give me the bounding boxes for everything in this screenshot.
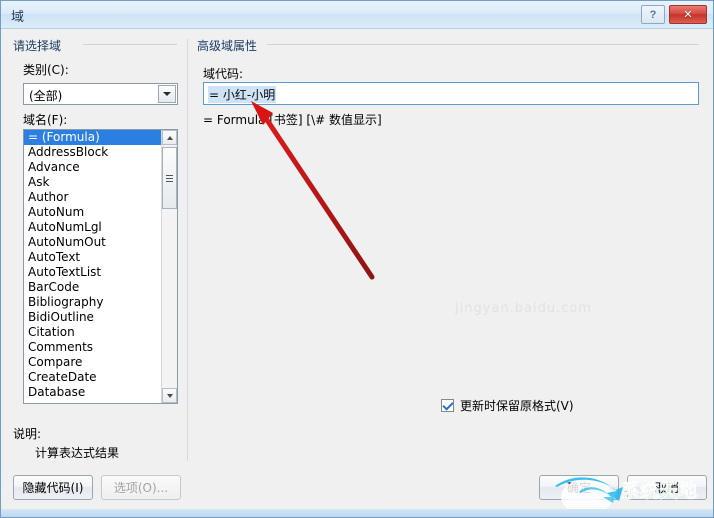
- window-bottom-edge: [1, 509, 713, 517]
- list-item[interactable]: Compare: [24, 355, 162, 370]
- field-dialog: 域 ? ✕ 请选择域 高级域属性 类别(C): (全部) 域名(F): = (F…: [0, 0, 714, 518]
- description-label: 说明:: [13, 427, 42, 441]
- category-dropdown[interactable]: (全部): [23, 83, 178, 105]
- list-item[interactable]: AutoNumLgl: [24, 220, 162, 235]
- scroll-down-icon[interactable]: [162, 388, 177, 403]
- list-item[interactable]: AutoTextList: [24, 265, 162, 280]
- left-group-title: 请选择域: [13, 39, 62, 53]
- field-code-value: = 小红-小明: [208, 86, 277, 103]
- checkbox-box[interactable]: [441, 398, 454, 412]
- field-code-label: 域代码:: [203, 67, 244, 81]
- right-group-rule: [267, 44, 699, 45]
- listbox-scrollbar[interactable]: [161, 130, 177, 403]
- cancel-button[interactable]: 取消: [627, 475, 707, 500]
- list-item[interactable]: BarCode: [24, 280, 162, 295]
- question-mark-icon: ?: [649, 8, 657, 21]
- field-code-input[interactable]: = 小红-小明: [203, 82, 699, 105]
- list-item[interactable]: CreateDate: [24, 370, 162, 385]
- options-button: 选项(O)...: [101, 475, 181, 500]
- list-item[interactable]: AutoText: [24, 250, 162, 265]
- close-icon: ✕: [683, 9, 693, 21]
- faint-watermark-text: jingyan.baidu.com: [455, 301, 592, 316]
- help-button[interactable]: ?: [641, 5, 665, 24]
- list-item[interactable]: Database: [24, 385, 162, 400]
- ok-button[interactable]: 确定: [539, 475, 619, 500]
- right-group-title: 高级域属性: [197, 39, 258, 53]
- list-item[interactable]: AutoNumOut: [24, 235, 162, 250]
- description-text: 计算表达式结果: [35, 446, 120, 460]
- list-item[interactable]: Citation: [24, 325, 162, 340]
- left-group-rule: [83, 44, 177, 45]
- list-item[interactable]: AutoNum: [24, 205, 162, 220]
- list-item[interactable]: Bibliography: [24, 295, 162, 310]
- chevron-down-icon[interactable]: [158, 85, 176, 103]
- check-icon: [441, 398, 454, 411]
- scrollbar-thumb[interactable]: [162, 147, 177, 209]
- category-value: (全部): [29, 89, 63, 103]
- fieldname-label: 域名(F):: [23, 113, 68, 127]
- list-item[interactable]: Ask: [24, 175, 162, 190]
- list-item[interactable]: AddressBlock: [24, 145, 162, 160]
- field-name-listbox[interactable]: = (Formula) AddressBlock Advance Ask Author A…: [23, 129, 178, 404]
- field-list[interactable]: = (Formula) AddressBlock Advance Ask Author A…: [24, 130, 162, 400]
- list-item[interactable]: BidiOutline: [24, 310, 162, 325]
- list-item[interactable]: Advance: [24, 160, 162, 175]
- list-item[interactable]: Author: [24, 190, 162, 205]
- field-code-syntax: = Formula [书签] [\# 数值显示]: [203, 113, 382, 127]
- preserve-format-label: 更新时保留原格式(V): [460, 399, 574, 413]
- title-bar: 域 ? ✕: [1, 1, 713, 29]
- close-button[interactable]: ✕: [669, 5, 707, 24]
- category-label: 类别(C):: [23, 63, 69, 77]
- preserve-format-checkbox[interactable]: 更新时保留原格式(V): [441, 397, 574, 414]
- window-title: 域: [11, 10, 25, 25]
- list-item[interactable]: = (Formula): [24, 130, 162, 145]
- scroll-up-icon[interactable]: [162, 130, 177, 145]
- panel-divider: [187, 39, 188, 461]
- list-item[interactable]: Comments: [24, 340, 162, 355]
- hide-code-button[interactable]: 隐藏代码(I): [13, 475, 93, 500]
